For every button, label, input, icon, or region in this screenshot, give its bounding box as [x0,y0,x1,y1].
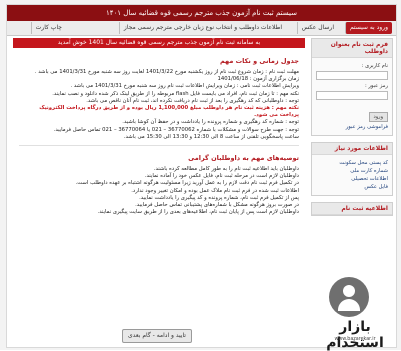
menu-item-login[interactable]: ورود به سیستم [344,22,392,34]
news-box: اطلاعیه ثبت نام [311,202,393,216]
username-field[interactable] [316,71,388,80]
tip-item: پس از تکمیل فرم ثبت نام، شماره پرونده و … [139,194,299,201]
username-label: نام کاربری : [361,63,388,69]
watermark-text: بازار استخدام [326,319,384,351]
site-title-bar: سیستم ثبت نام آزمون جذب مترجم رسمی قوه ق… [7,5,396,21]
top-menu: ورود به سیستم ارسال عکس اطلاعات داوطلب و… [7,21,396,36]
info-box-title: اطلاعات مورد نیاز [312,143,392,155]
password-field[interactable] [316,91,388,100]
tips-heading: توصیه‌های مهم به داوطلبان گرامی [188,154,299,163]
schedule-line: توجه : جهت طرح سوالات و مشکلات با شماره … [53,126,299,133]
news-box-title[interactable]: اطلاعیه ثبت نام [312,203,392,215]
info-item: شماره کارت ملی [350,168,388,174]
login-box-title: فرم ثبت نام بعنوان داوطلب [312,39,392,58]
info-item: فایل عکس [364,184,388,190]
tip-item: اطلاعات ثبت شده در فرم ثبت نام ملاک عمل … [131,187,299,194]
person-icon-head [343,285,355,297]
info-box: اطلاعات مورد نیاز کد پستی محل سکونت شمار… [311,142,393,196]
menu-item-applicant-info[interactable]: اطلاعات داوطلب و انتخاب نوع زبان خارجی م… [118,22,286,34]
menu-item-photo[interactable]: ارسال عکس [296,22,338,34]
password-label: رمز عبور : [364,83,388,89]
fee-line: نکته مهم : هزینه ثبت نام هر داوطلب مبلغ … [39,105,299,119]
browser-content: سیستم ثبت نام آزمون جذب مترجم رسمی قوه ق… [6,4,397,351]
schedule-line: توجه : شماره کد رهگیری و شماره پرونده را… [122,119,299,126]
tip-item: داوطلبان لازم است پس از پایان ثبت نام، ا… [97,209,299,216]
watermark-logo: بازار استخدام www.bazarekar.ir [307,275,401,351]
tip-item: در تکمیل فرم ثبت نام دقت لازم را به عمل … [75,180,299,187]
schedule-line: ویرایش اطلاعات ثبت نامی : زمان ویرایش اط… [70,83,299,90]
login-box: فرم ثبت نام بعنوان داوطلب نام کاربری : ر… [311,38,393,136]
info-item: کد پستی محل سکونت [339,160,388,166]
person-icon [329,277,369,317]
schedule-line: ساعت پاسخگویی تلفنی از ساعت 8 الی 12:30 … [123,133,299,140]
login-button[interactable]: ورود [368,112,388,122]
info-item: اطلاعات تحصیلی [351,176,388,182]
watermark-subtext: www.bazarekar.ir [334,337,376,342]
screenshot-frame: سیستم ثبت نام آزمون جذب مترجم رسمی قوه ق… [0,0,401,351]
schedule-line: زمان برگزاری آزمون : 1401/06/18 [217,76,299,83]
main-content: جدول زمانی و نکات مهم مهلت ثبت نام : زما… [13,51,305,341]
section-divider [19,145,299,147]
schedule-line: توجه : داوطلبانی که کد رهگیری را بعد از … [86,97,299,104]
continue-button[interactable]: تایید و ادامه - گام بعدی [122,329,192,343]
welcome-banner: به سامانه ثبت نام آزمون جذب مترجم رسمی ق… [13,38,305,48]
menu-item-print-card[interactable]: چاپ کارت [30,22,66,34]
schedule-heading: جدول زمانی و نکات مهم [219,57,299,65]
schedule-line: نکته مهم : تا زمان ثبت نام، افراد می بای… [52,90,299,97]
forgot-password-link[interactable]: فراموشی رمز عبور [316,124,388,130]
